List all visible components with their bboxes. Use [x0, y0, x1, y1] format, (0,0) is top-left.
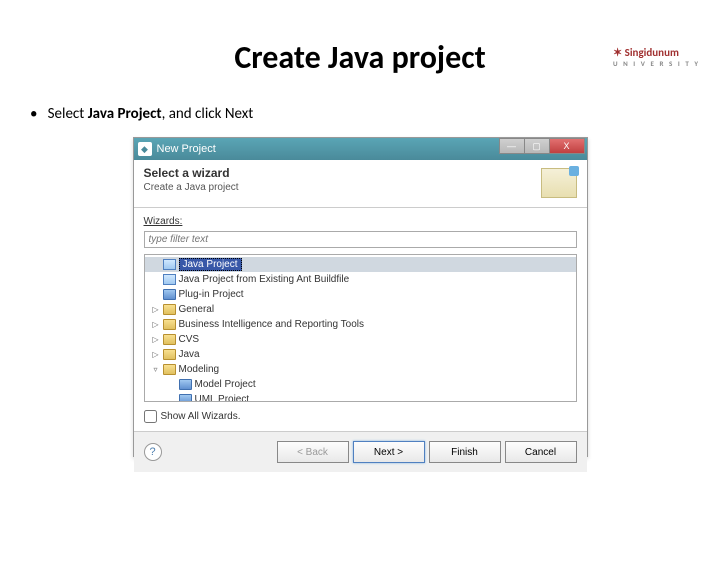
- project-icon: [179, 379, 192, 390]
- instruction-bullet: • Select Java Project, and click Next: [30, 105, 720, 123]
- dialog-header: Select a wizard Create a Java project: [134, 160, 587, 208]
- dialog-titlebar[interactable]: ◆ New Project — ▢ X: [134, 138, 587, 160]
- tree-item[interactable]: ▷ CVS: [145, 332, 576, 347]
- tree-twisty-icon[interactable]: ▷: [151, 350, 161, 360]
- tree-item-label: Modeling: [179, 364, 220, 375]
- wizard-subtitle: Create a Java project: [144, 182, 577, 193]
- wizard-tree[interactable]: Java Project Java Project from Existing A…: [144, 254, 577, 402]
- tree-item-label: Business Intelligence and Reporting Tool…: [179, 319, 365, 330]
- tree-item[interactable]: Model Project: [145, 377, 576, 392]
- wizard-banner-icon: [541, 168, 577, 198]
- wizards-label: Wizards:: [134, 208, 587, 229]
- tree-item[interactable]: UML Project: [145, 392, 576, 402]
- tree-item[interactable]: ▷ General: [145, 302, 576, 317]
- button-bar: ? < Back Next > Finish Cancel: [134, 432, 587, 472]
- tree-item-label: Java: [179, 349, 200, 360]
- show-all-wizards-checkbox[interactable]: Show All Wizards.: [144, 410, 577, 423]
- tree-item[interactable]: Plug-in Project: [145, 287, 576, 302]
- close-button[interactable]: X: [549, 138, 585, 154]
- tree-item[interactable]: Java Project from Existing Ant Buildfile: [145, 272, 576, 287]
- wizard-title: Select a wizard: [144, 166, 577, 180]
- folder-icon: [163, 319, 176, 330]
- tree-item-label: UML Project: [195, 394, 250, 402]
- tree-twisty-icon[interactable]: [167, 380, 177, 390]
- tree-item-label: CVS: [179, 334, 200, 345]
- tree-item-label: Model Project: [195, 379, 256, 390]
- university-logo: ✶ Singidunum U N I V E R S I T Y: [613, 46, 700, 68]
- logo-subtitle: U N I V E R S I T Y: [613, 59, 700, 68]
- folder-icon: [163, 334, 176, 345]
- tree-item[interactable]: ▿ Modeling: [145, 362, 576, 377]
- minimize-button[interactable]: —: [499, 138, 525, 154]
- dialog-icon: ◆: [138, 142, 152, 156]
- next-button[interactable]: Next >: [353, 441, 425, 463]
- filter-input[interactable]: [144, 231, 577, 248]
- folder-icon: [163, 364, 176, 375]
- logo-star-icon: ✶: [613, 46, 625, 59]
- tree-item-label: Plug-in Project: [179, 289, 244, 300]
- back-button[interactable]: < Back: [277, 441, 349, 463]
- dialog-title: New Project: [157, 143, 216, 155]
- tree-item-label: Java Project: [179, 258, 242, 271]
- tree-twisty-icon[interactable]: [151, 260, 161, 270]
- tree-twisty-icon[interactable]: ▷: [151, 320, 161, 330]
- cancel-button[interactable]: Cancel: [505, 441, 577, 463]
- tree-twisty-icon[interactable]: ▷: [151, 305, 161, 315]
- project-icon: [179, 394, 192, 402]
- help-icon[interactable]: ?: [144, 443, 162, 461]
- maximize-button[interactable]: ▢: [524, 138, 550, 154]
- java-icon: [163, 274, 176, 285]
- java-icon: [163, 259, 176, 270]
- tree-twisty-icon[interactable]: [151, 275, 161, 285]
- tree-twisty-icon[interactable]: ▷: [151, 335, 161, 345]
- tree-item-label: General: [179, 304, 215, 315]
- tree-item[interactable]: Java Project: [145, 257, 576, 272]
- project-icon: [163, 289, 176, 300]
- tree-item[interactable]: ▷ Java: [145, 347, 576, 362]
- folder-icon: [163, 349, 176, 360]
- tree-item-label: Java Project from Existing Ant Buildfile: [179, 274, 350, 285]
- new-project-dialog: ◆ New Project — ▢ X Select a wizard Crea…: [133, 137, 588, 457]
- tree-twisty-icon[interactable]: ▿: [151, 365, 161, 375]
- tree-item[interactable]: ▷ Business Intelligence and Reporting Too…: [145, 317, 576, 332]
- finish-button[interactable]: Finish: [429, 441, 501, 463]
- tree-twisty-icon[interactable]: [151, 290, 161, 300]
- tree-twisty-icon[interactable]: [167, 395, 177, 403]
- folder-icon: [163, 304, 176, 315]
- show-all-checkbox-input[interactable]: [144, 410, 157, 423]
- window-controls: — ▢ X: [500, 138, 585, 154]
